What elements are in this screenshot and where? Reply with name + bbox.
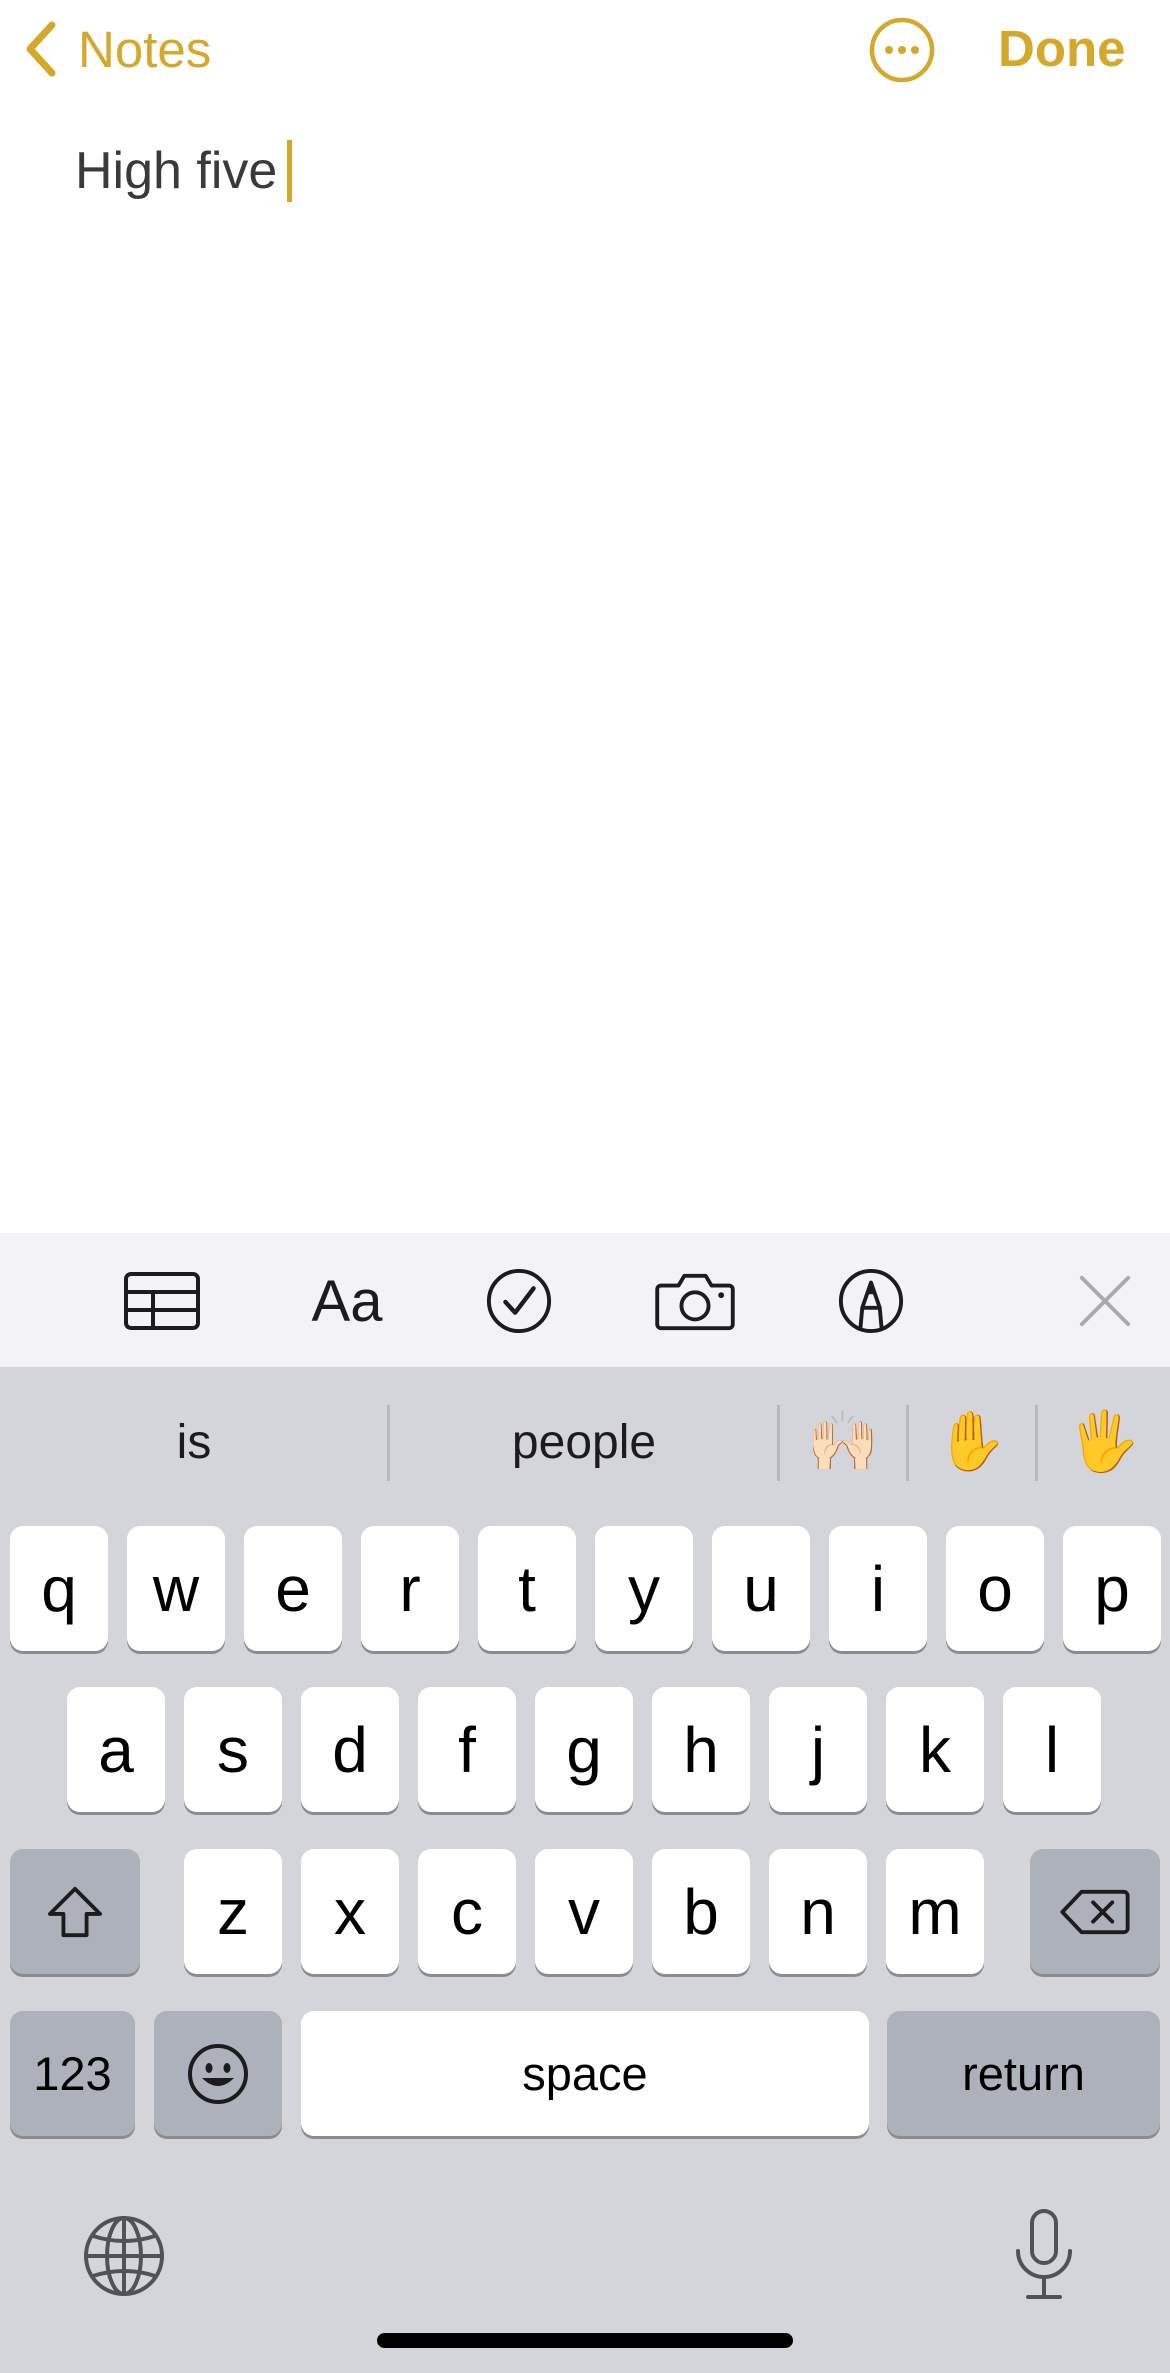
key-b[interactable]: b <box>652 1849 750 1974</box>
format-toolbar: Aa <box>0 1233 1170 1367</box>
back-label: Notes <box>78 20 212 78</box>
key-s[interactable]: s <box>184 1687 282 1812</box>
key-i[interactable]: i <box>829 1526 927 1651</box>
key-u[interactable]: u <box>712 1526 810 1651</box>
key-r[interactable]: r <box>361 1526 459 1651</box>
done-button[interactable]: Done <box>998 18 1126 80</box>
shift-icon <box>47 1886 102 1937</box>
emoji-icon <box>188 2043 248 2104</box>
emoji-key[interactable] <box>154 2011 282 2136</box>
key-k[interactable]: k <box>886 1687 984 1812</box>
more-options-button[interactable] <box>868 16 936 84</box>
key-c[interactable]: c <box>418 1849 516 1974</box>
close-icon <box>1079 1275 1131 1327</box>
key-w[interactable]: w <box>127 1526 225 1651</box>
key-z[interactable]: z <box>184 1849 282 1974</box>
checklist-icon <box>486 1268 552 1334</box>
key-l[interactable]: l <box>1003 1687 1101 1812</box>
camera-icon <box>655 1273 735 1331</box>
markup-icon <box>838 1268 904 1334</box>
delete-icon <box>1060 1889 1130 1934</box>
key-v[interactable]: v <box>535 1849 633 1974</box>
key-e[interactable]: e <box>244 1526 342 1651</box>
text-cursor <box>287 140 293 202</box>
numbers-key[interactable]: 123 <box>10 2011 135 2136</box>
keyboard: is people 🙌🏻 ✋ 🖐 qwertyuiop asdfghjkl zx… <box>0 1367 1170 2373</box>
key-x[interactable]: x <box>301 1849 399 1974</box>
camera-button[interactable] <box>654 1263 736 1339</box>
note-text: High five <box>75 142 278 200</box>
key-d[interactable]: d <box>301 1687 399 1812</box>
home-indicator[interactable] <box>377 2333 793 2348</box>
space-key[interactable]: space <box>301 2011 869 2136</box>
close-toolbar-button[interactable] <box>1077 1263 1133 1339</box>
dictation-button[interactable] <box>1012 2207 1076 2303</box>
nav-bar: Notes Done <box>0 0 1170 100</box>
globe-button[interactable] <box>82 2214 166 2298</box>
table-button[interactable] <box>122 1263 202 1339</box>
key-h[interactable]: h <box>652 1687 750 1812</box>
chevron-left-icon <box>26 21 56 77</box>
microphone-icon <box>1016 2209 1072 2299</box>
prediction-word-2[interactable]: people <box>390 1367 778 1517</box>
prediction-emoji-1[interactable]: 🙌🏻 <box>780 1367 906 1517</box>
text-format-icon: Aa <box>311 1268 383 1334</box>
key-f[interactable]: f <box>418 1687 516 1812</box>
key-o[interactable]: o <box>946 1526 1044 1651</box>
key-n[interactable]: n <box>769 1849 867 1974</box>
table-icon <box>124 1272 200 1330</box>
key-g[interactable]: g <box>535 1687 633 1812</box>
text-format-button[interactable]: Aa <box>302 1263 392 1339</box>
key-a[interactable]: a <box>67 1687 165 1812</box>
ellipsis-circle-icon <box>869 17 935 83</box>
note-body[interactable]: High five <box>75 136 1095 1216</box>
key-t[interactable]: t <box>478 1526 576 1651</box>
key-y[interactable]: y <box>595 1526 693 1651</box>
checklist-button[interactable] <box>484 1263 554 1339</box>
markup-button[interactable] <box>836 1263 906 1339</box>
key-p[interactable]: p <box>1063 1526 1161 1651</box>
back-button[interactable]: Notes <box>22 16 211 82</box>
key-q[interactable]: q <box>10 1526 108 1651</box>
key-m[interactable]: m <box>886 1849 984 1974</box>
return-key[interactable]: return <box>887 2011 1160 2136</box>
prediction-emoji-2[interactable]: ✋ <box>909 1367 1035 1517</box>
key-j[interactable]: j <box>769 1687 867 1812</box>
delete-key[interactable] <box>1030 1849 1160 1974</box>
prediction-word-1[interactable]: is <box>0 1367 388 1517</box>
prediction-emoji-3[interactable]: 🖐 <box>1038 1367 1170 1517</box>
shift-key[interactable] <box>10 1849 140 1974</box>
globe-icon <box>84 2216 164 2296</box>
